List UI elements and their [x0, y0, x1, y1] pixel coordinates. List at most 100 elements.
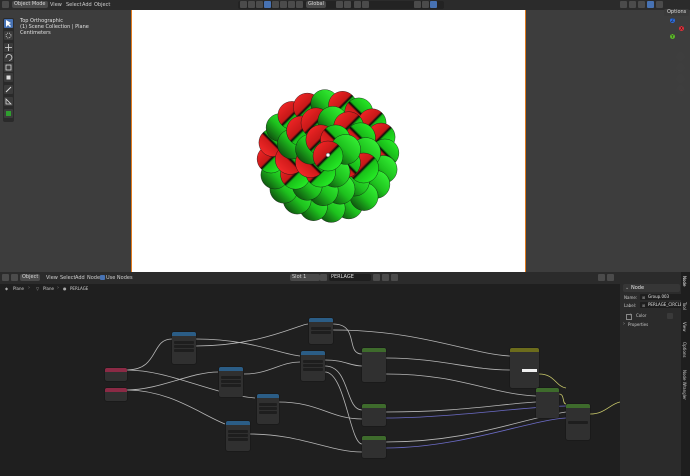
overlay-icon[interactable] — [414, 1, 421, 8]
material-shading-icon[interactable] — [638, 1, 645, 8]
vector-math-node[interactable] — [219, 367, 243, 397]
rotate-tool-icon[interactable] — [4, 53, 13, 62]
tab-view[interactable]: View — [682, 322, 687, 332]
transform-orientation-dropdown[interactable]: Global — [306, 1, 326, 8]
group-node[interactable] — [362, 348, 386, 382]
node-field[interactable] — [174, 345, 194, 348]
new-material-icon[interactable] — [382, 274, 389, 281]
shader-node-editor[interactable]: Object View Select Add Node Use Nodes Sl… — [0, 272, 620, 476]
move-icon[interactable] — [296, 1, 303, 8]
editor-type-icon[interactable] — [2, 1, 9, 8]
node-field[interactable] — [221, 380, 241, 383]
visibility-icon[interactable] — [272, 1, 279, 8]
snap-icon[interactable] — [344, 1, 351, 8]
transform-tool-icon[interactable] — [4, 73, 13, 82]
ne-menu-add[interactable]: Add — [75, 274, 85, 282]
select-box-tool-icon[interactable] — [4, 19, 13, 28]
node-field[interactable] — [259, 411, 277, 414]
menu-select[interactable]: Select — [66, 1, 81, 9]
ne-menu-view[interactable]: View — [46, 274, 58, 282]
color-swatch[interactable] — [522, 369, 537, 372]
node-field[interactable] — [221, 384, 241, 387]
node-field[interactable] — [259, 407, 277, 410]
camera-icon[interactable] — [248, 1, 255, 8]
tab-node-wrangler[interactable]: Node Wrangler — [682, 370, 687, 400]
breadcrumb-item-mesh[interactable]: Plane — [43, 286, 54, 291]
cursor-tool-icon[interactable] — [4, 31, 13, 40]
node-field[interactable] — [228, 430, 248, 433]
tab-node[interactable]: Node — [682, 276, 687, 286]
unlink-icon[interactable] — [391, 274, 398, 281]
slot-dropdown[interactable]: Slot 1 — [290, 274, 320, 281]
shading-options-icon[interactable] — [656, 1, 663, 8]
attribute-node[interactable] — [105, 388, 127, 401]
shading-solid-icon[interactable] — [430, 1, 437, 8]
color-checkbox[interactable] — [626, 314, 632, 320]
menu-view[interactable]: View — [50, 1, 62, 9]
material-name-field[interactable]: PERLAGE — [329, 274, 371, 281]
solid-shading-icon[interactable] — [629, 1, 636, 8]
shader-type-icon[interactable] — [11, 274, 18, 281]
tab-tool[interactable]: Tool — [682, 302, 687, 310]
tab-options[interactable]: Options — [682, 342, 687, 357]
separate-xyz-node[interactable] — [301, 351, 325, 381]
principled-bsdf-node[interactable] — [510, 348, 539, 388]
properties-label[interactable]: Properties — [628, 322, 648, 327]
vector-math-node[interactable] — [172, 332, 196, 364]
ne-menu-select[interactable]: Select — [60, 274, 75, 282]
group-node[interactable] — [362, 436, 386, 458]
wireframe-shading-icon[interactable] — [620, 1, 627, 8]
menu-add[interactable]: Add — [82, 1, 92, 9]
add-cube-tool-icon[interactable] — [4, 109, 13, 118]
z-axis-icon[interactable]: Z — [670, 18, 675, 23]
view-icon[interactable] — [240, 1, 247, 8]
shader-type-dropdown[interactable]: Object — [20, 274, 41, 281]
material-output-node[interactable] — [566, 404, 590, 440]
use-nodes-checkbox[interactable] — [100, 275, 105, 280]
node-name-field[interactable]: Group.003 — [640, 294, 686, 300]
options-dropdown[interactable]: Options — [664, 9, 690, 16]
mode-dropdown[interactable]: Object Mode — [12, 1, 48, 8]
grid-icon[interactable] — [256, 1, 263, 8]
3d-viewport[interactable]: Object Mode View Select Add Object Globa… — [0, 0, 690, 272]
move-tool-icon[interactable] — [4, 43, 13, 52]
node-panel-header[interactable]: ⌄ Node — [623, 284, 680, 292]
vector-math-node[interactable] — [309, 318, 333, 344]
navigation-gizmo[interactable]: Z X Y — [660, 18, 686, 54]
zoom-icon[interactable] — [676, 52, 685, 61]
material-browse-icon[interactable] — [320, 274, 327, 281]
y-axis-icon[interactable]: Y — [670, 34, 675, 39]
expand-chevron-icon[interactable]: › — [623, 321, 625, 327]
proportional-edit-icon[interactable] — [354, 1, 361, 8]
pivot-icon[interactable] — [336, 1, 343, 8]
camera-view-icon[interactable] — [676, 74, 685, 83]
rendered-shading-icon[interactable] — [647, 1, 654, 8]
node-field[interactable] — [311, 331, 331, 334]
node-field[interactable] — [311, 327, 331, 330]
vector-math-node[interactable] — [257, 394, 279, 424]
node-label-field[interactable]: PERLAGE_CIRCLE — [640, 302, 686, 308]
snap-node-icon[interactable] — [598, 274, 605, 281]
color-presets-icon[interactable] — [667, 313, 673, 319]
node-editor-type-icon[interactable] — [2, 274, 9, 281]
node-field[interactable] — [228, 438, 248, 441]
scale-tool-icon[interactable] — [4, 63, 13, 72]
hand-icon[interactable] — [288, 1, 295, 8]
pan-hand-icon[interactable] — [676, 63, 685, 72]
node-field[interactable] — [174, 349, 194, 352]
node-field[interactable] — [221, 376, 241, 379]
node-canvas[interactable] — [0, 294, 620, 476]
ne-menu-node[interactable]: Node — [87, 274, 100, 282]
menu-object[interactable]: Object — [94, 1, 110, 9]
node-field[interactable] — [568, 421, 588, 424]
select-icon[interactable] — [264, 1, 271, 8]
node-field[interactable] — [259, 403, 277, 406]
breadcrumb-item-material[interactable]: PERLAGE — [70, 286, 88, 291]
breadcrumb-item-object[interactable]: Plane — [13, 286, 24, 291]
vector-math-node[interactable] — [226, 421, 250, 451]
falloff-icon[interactable] — [362, 1, 369, 8]
x-axis-icon[interactable]: X — [679, 26, 684, 31]
attribute-node[interactable] — [105, 368, 127, 381]
node-field[interactable] — [303, 360, 323, 363]
lock-icon[interactable] — [280, 1, 287, 8]
